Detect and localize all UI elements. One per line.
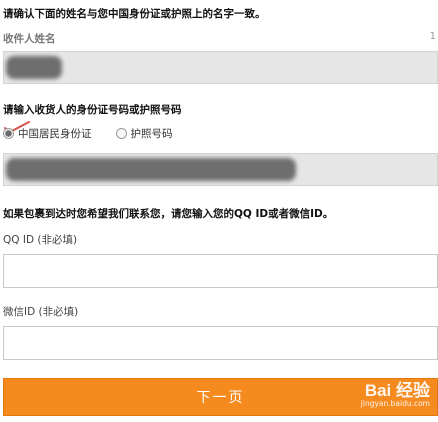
radio-id-card-label[interactable]: 中国居民身份证 [18, 126, 92, 141]
id-number-instruction: 请输入收货人的身份证号码或护照号码 [3, 104, 182, 116]
id-type-selector: 中国居民身份证 护照号码 [3, 126, 173, 141]
radio-id-card[interactable] [3, 128, 14, 139]
watermark-logo: Bai 经验 [364, 381, 430, 400]
wechat-id-input[interactable] [3, 326, 438, 360]
watermark-url: jingyan.baidu.com [360, 399, 430, 408]
radio-passport[interactable] [115, 128, 127, 139]
redacted-id-blur [6, 158, 296, 181]
baidu-jingyan-watermark: Bai 经验 jingyan.baidu.com [361, 376, 430, 408]
contact-instruction: 如果包裹到达时您希望我们联系您，请您输入您的QQ ID或者微信ID。 [3, 208, 334, 220]
wechat-id-label: 微信ID (非必填) [3, 306, 79, 318]
name-field-marker: 1 [429, 31, 436, 42]
recipient-name-field[interactable] [3, 51, 438, 84]
qq-id-input[interactable] [3, 254, 438, 288]
redacted-name-blur [6, 56, 62, 79]
id-number-field[interactable] [3, 153, 438, 186]
radio-passport-label[interactable]: 护照号码 [131, 126, 173, 141]
recipient-name-label: 收件人姓名 [3, 33, 56, 45]
name-match-instruction: 请确认下面的姓名与您中国身份证或护照上的名字一致。 [3, 8, 266, 20]
qq-id-label: QQ ID (非必填) [3, 234, 78, 246]
